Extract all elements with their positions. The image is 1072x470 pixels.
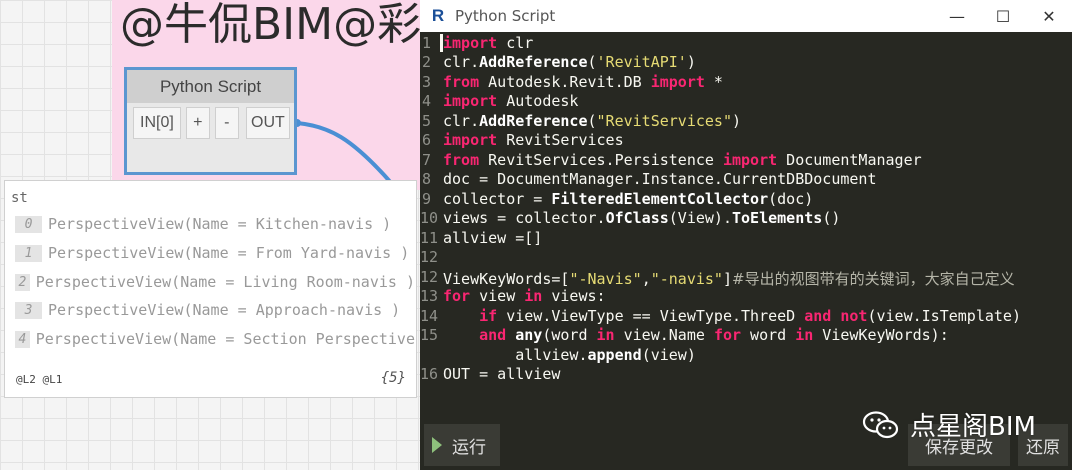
list-index: 1	[15, 244, 42, 262]
title-bar[interactable]: R Python Script — ☐ ✕	[420, 0, 1072, 32]
group-title: @牛侃BIM@彩	[120, 0, 420, 50]
input-port-in0[interactable]: IN[0]	[133, 107, 181, 139]
code-line: OUT = allview	[443, 365, 561, 383]
list-item-text: PerspectiveView(Name = Kitchen-navis )	[48, 215, 392, 233]
play-icon	[432, 437, 442, 453]
node-title: Python Script	[127, 70, 294, 103]
list-item: 4 PerspectiveView(Name = Section Perspec…	[15, 328, 415, 350]
list-index: 2	[15, 273, 30, 291]
code-line: allview.append(view)	[443, 346, 696, 364]
code-line: if view.ViewType == ViewType.ThreeD and …	[479, 307, 1021, 325]
watch-preview-bubble[interactable]: st 0 PerspectiveView(Name = Kitchen-navi…	[4, 180, 417, 398]
list-index: 3	[15, 301, 42, 319]
line-number: 3	[422, 73, 432, 91]
line-number: 13	[420, 287, 439, 305]
line-number: 2	[422, 53, 432, 71]
run-label: 运行	[452, 437, 486, 458]
line-number: 10	[420, 209, 439, 227]
close-button[interactable]: ✕	[1026, 0, 1072, 32]
list-item: 2 PerspectiveView(Name = Living Room-nav…	[15, 271, 415, 293]
python-script-node[interactable]: Python Script IN[0] + - OUT	[124, 67, 297, 175]
list-levels: @L2 @L1	[16, 373, 63, 386]
window-title: Python Script	[455, 7, 556, 25]
list-item: 3 PerspectiveView(Name = Approach-navis …	[15, 299, 415, 321]
preview-list-title: st	[11, 190, 28, 206]
code-editor[interactable]: 1 2 3 4 5 6 7 8 9 10 11 12 13 14 16 12 1…	[420, 32, 1072, 420]
code-line: for view in views:	[443, 287, 606, 305]
code-line: import RevitServices	[443, 131, 624, 149]
watermark: 点星阁BIM	[862, 406, 1036, 443]
line-number: 14	[420, 307, 439, 325]
list-item-text: PerspectiveView(Name = Section Perspecti…	[35, 330, 415, 348]
code-line: views = collector.OfClass(View).ToElemen…	[443, 209, 841, 227]
list-item-text: PerspectiveView(Name = Approach-navis )	[48, 301, 401, 319]
wechat-icon	[862, 410, 899, 438]
watermark-text: 点星阁BIM	[910, 412, 1036, 442]
code-line: allview =[]	[443, 229, 543, 247]
code-line: clr.AddReference("RevitServices")	[443, 112, 742, 130]
list-index: 0	[15, 215, 42, 233]
remove-input-button[interactable]: -	[214, 107, 239, 139]
line-number: 15	[420, 326, 439, 344]
python-script-window: R Python Script — ☐ ✕ 1 2 3 4 5 6 7 8 9 …	[420, 0, 1072, 470]
dynamo-canvas[interactable]: @牛侃BIM@彩 Python Script IN[0] + - OUT st …	[0, 0, 420, 470]
line-number: 12	[420, 268, 439, 286]
line-number: 8	[422, 170, 432, 188]
code-line: clr.AddReference('RevitAPI')	[443, 53, 696, 71]
code-line: collector = FilteredElementCollector(doc…	[443, 190, 814, 208]
code-line: from Autodesk.Revit.DB import *	[443, 73, 723, 91]
line-number: 7	[422, 151, 432, 169]
code-line: import clr	[443, 34, 534, 52]
line-number: 11	[420, 229, 439, 247]
line-number: 1	[422, 34, 432, 52]
line-number: 12	[420, 248, 439, 266]
line-number: 16	[420, 365, 439, 383]
list-item: 0 PerspectiveView(Name = Kitchen-navis )	[15, 213, 415, 235]
line-number: 6	[422, 131, 432, 149]
line-number: 5	[422, 112, 432, 130]
code-line: ViewKeyWords=["-Navis","-navis"]#导出的视图带有…	[443, 270, 1015, 288]
code-line: and any(word in view.Name for word in Vi…	[479, 326, 949, 344]
list-index: 4	[15, 330, 30, 348]
run-button[interactable]: 运行	[424, 424, 500, 466]
minimize-button[interactable]: —	[934, 0, 980, 32]
list-item-text: PerspectiveView(Name = Living Room-navis…	[35, 273, 415, 291]
list-item: 1 PerspectiveView(Name = From Yard-navis…	[15, 242, 415, 264]
add-input-button[interactable]: +	[185, 107, 210, 139]
output-port-out[interactable]: OUT	[245, 107, 290, 139]
line-number: 9	[422, 190, 432, 208]
line-number: 4	[422, 92, 432, 110]
code-line: doc = DocumentManager.Instance.CurrentDB…	[443, 170, 877, 188]
code-line: import Autodesk	[443, 92, 579, 110]
line-number-gutter: 1 2 3 4 5 6 7 8 9 10 11 12 13 14 16	[420, 32, 440, 420]
maximize-button[interactable]: ☐	[980, 0, 1026, 32]
code-line: from RevitServices.Persistence import Do…	[443, 151, 922, 169]
revit-icon: R	[431, 6, 445, 25]
list-item-text: PerspectiveView(Name = From Yard-navis )	[48, 244, 410, 262]
list-count: {5}	[380, 370, 406, 386]
